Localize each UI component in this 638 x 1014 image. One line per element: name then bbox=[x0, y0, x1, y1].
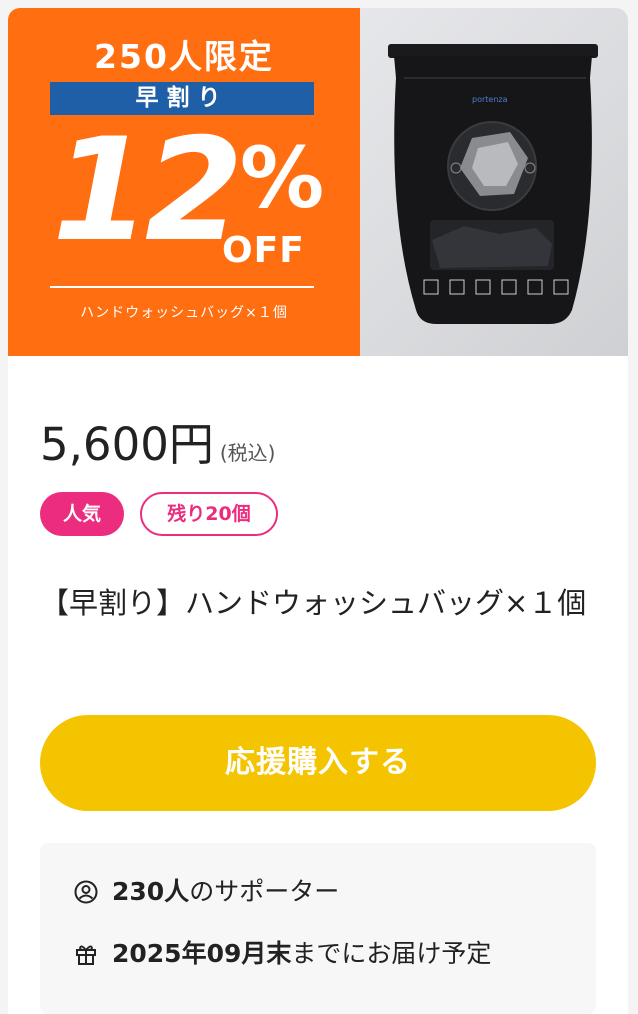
delivery-date: 2025年09月末 bbox=[112, 939, 292, 968]
reward-title: 【早割り】ハンドウォッシュバッグ×１個 bbox=[40, 586, 587, 620]
price-amount: 5,600円 bbox=[40, 418, 214, 471]
reward-info-box: 230人のサポーター 2025年09月末までにお届け予定 bbox=[40, 843, 596, 1014]
price-row: 5,600円 (税込) bbox=[40, 408, 275, 473]
promo-divider bbox=[50, 286, 314, 288]
popular-badge: 人気 bbox=[40, 492, 124, 536]
promo-percent-sign: % bbox=[240, 129, 325, 227]
promo-limit-text: 250人限定 bbox=[94, 37, 274, 76]
promo-banner: 250人限定 早割り 12 % OFF ハンドウォッシュバッグ×１個 bbox=[8, 8, 360, 356]
supporters-count: 230人 bbox=[112, 877, 190, 906]
promo-item-text: ハンドウォッシュバッグ×１個 bbox=[80, 305, 288, 321]
promo-discount-number: 12 bbox=[52, 108, 244, 273]
remaining-badge: 残り20個 bbox=[140, 492, 278, 536]
delivery-suffix: までにお届け予定 bbox=[291, 939, 492, 968]
reward-hero-image: 250人限定 早割り 12 % OFF ハンドウォッシュバッグ×１個 porte… bbox=[8, 8, 628, 356]
reward-card[interactable]: 250人限定 早割り 12 % OFF ハンドウォッシュバッグ×１個 porte… bbox=[8, 8, 628, 1014]
supporters-suffix: のサポーター bbox=[189, 877, 340, 906]
gift-icon bbox=[76, 945, 96, 965]
product-photo: portenza bbox=[360, 8, 628, 356]
bag-brand-text: portenza bbox=[472, 95, 508, 104]
tax-note: (税込) bbox=[219, 441, 276, 465]
support-purchase-button[interactable]: 応援購入する bbox=[40, 715, 596, 811]
wash-bag-illustration: portenza bbox=[388, 44, 598, 324]
person-circle-icon bbox=[74, 880, 98, 904]
promo-off-text: OFF bbox=[222, 230, 305, 271]
